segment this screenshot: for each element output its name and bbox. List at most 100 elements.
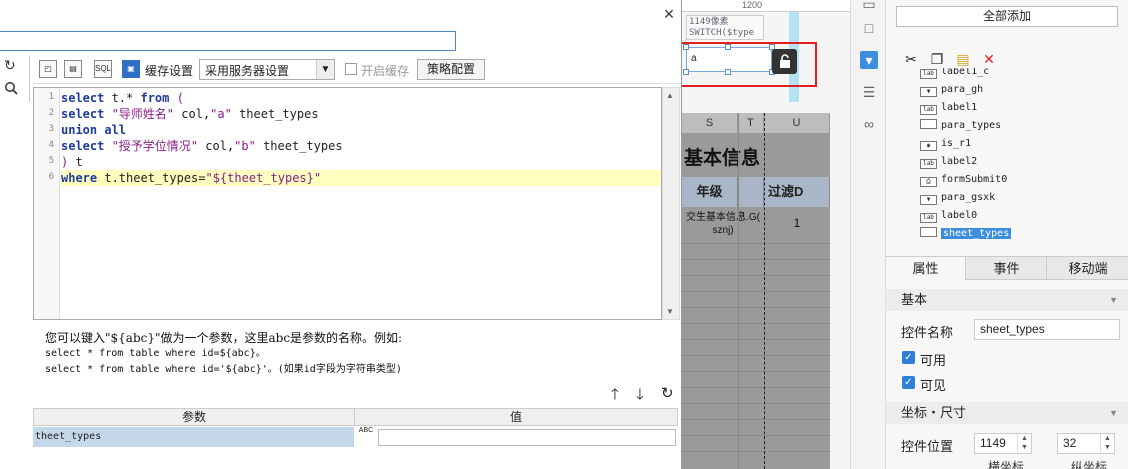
code-line[interactable]: select "导师姓名" col,"a" theet_types — [61, 106, 661, 122]
pos-y-stepper[interactable]: 32 ▲ ▼ — [1057, 433, 1115, 454]
tab-mobile[interactable]: 移动端 — [1048, 257, 1128, 280]
tree-item-label: label1_c — [941, 68, 990, 77]
move-up-icon[interactable]: 🡑 — [611, 384, 619, 409]
tree-item[interactable]: ⎙ formSubmit0 — [920, 172, 1007, 188]
combobox-icon[interactable]: ▾ — [860, 51, 878, 69]
code-token: theet_types — [231, 107, 319, 121]
properties-panel: 全部添加 ✂ ❐ ▤ ✕ lab label1_c ▼ para_gh lab label… — [886, 0, 1128, 469]
code-line[interactable]: union all — [61, 122, 661, 138]
tree-item-label: para_gsxk — [941, 192, 996, 203]
dataset-name-input[interactable] — [0, 31, 456, 51]
widget-label-line: SWITCH($type — [689, 28, 755, 38]
section-basic-label: 基本 — [901, 292, 928, 307]
code-line[interactable]: select t.* from ( — [61, 90, 661, 106]
param-name-cell[interactable]: theet_types — [33, 427, 354, 447]
delete-icon[interactable]: ✕ — [980, 50, 998, 68]
param-column-header: 参数 — [34, 409, 355, 425]
tree-item[interactable]: lab label0 — [920, 208, 977, 224]
line-number: 4 — [48, 140, 54, 150]
canvas-label-widget[interactable]: 1149像素 SWITCH($type — [686, 15, 764, 40]
search-icon-svg — [5, 82, 18, 95]
tree-item[interactable]: ▼ para_gh — [920, 82, 983, 98]
section-basic[interactable]: 基本 ▼ — [886, 289, 1128, 311]
pos-x-stepper[interactable]: 1149 ▲ ▼ — [974, 433, 1032, 454]
enable-cache-checkbox[interactable] — [345, 63, 357, 75]
format-icon[interactable]: SQL — [94, 60, 112, 78]
chevron-down-icon: ▼ — [1109, 295, 1118, 305]
tree-item[interactable]: ◉ is_r1 — [920, 136, 971, 152]
stepper-arrows-icon[interactable]: ▲ ▼ — [1017, 434, 1031, 453]
code-line[interactable]: where t.theet_types="${theet_types}" — [61, 170, 661, 186]
param-value-input[interactable] — [378, 429, 676, 446]
tree-item[interactable]: para_types — [920, 118, 1001, 134]
grid-line — [682, 291, 830, 292]
sql-icon[interactable]: ▤ — [64, 60, 82, 78]
header-cell-empty[interactable] — [738, 177, 764, 207]
layout-icon[interactable]: ☰ — [860, 83, 878, 101]
tab-properties[interactable]: 属性 — [886, 257, 966, 280]
copy-icon[interactable]: ❐ — [928, 50, 946, 68]
enabled-checkbox[interactable]: ✓ — [902, 351, 915, 364]
hint-line: 您可以键入"${abc}"做为一个参数，这里abc是参数的名称。例如: — [45, 331, 403, 345]
refresh-icon[interactable]: ↻ — [4, 57, 26, 77]
table-row[interactable]: theet_types ABC — [33, 427, 678, 447]
paste-icon[interactable]: ▤ — [954, 50, 972, 68]
tab-events[interactable]: 事件 — [967, 257, 1047, 280]
title-cell[interactable]: 基本信息 — [682, 133, 830, 177]
column-header[interactable]: U — [764, 113, 830, 133]
server-setting-select[interactable]: 采用服务器设置 ▼ — [199, 59, 335, 80]
link-icon[interactable]: ∞ — [860, 115, 878, 133]
textbox-icon — [920, 227, 937, 237]
widget-icon[interactable]: ▭ — [860, 0, 878, 13]
grid-line — [682, 403, 830, 404]
refresh-params-icon[interactable]: ↻ — [661, 384, 674, 402]
string-type-icon[interactable]: ABC — [355, 427, 377, 447]
tree-item[interactable]: ▼ para_gsxk — [920, 190, 995, 206]
code-line[interactable]: select "授予学位情况" col,"b" theet_types — [61, 138, 661, 154]
code-token: col, — [198, 139, 235, 153]
grid-line — [682, 243, 830, 244]
parameter-table-header: 参数 值 — [33, 408, 678, 426]
strategy-config-button[interactable]: 策略配置 — [417, 59, 485, 80]
search-icon[interactable] — [4, 81, 26, 101]
move-down-icon[interactable]: 🡓 — [636, 384, 644, 409]
query-toolbar: ◰ ▤ SQL ▣ 缓存设置 采用服务器设置 ▼ 开启缓存 策略配置 — [33, 56, 681, 84]
code-token: select — [61, 107, 105, 121]
code-line[interactable]: ) t — [61, 154, 661, 170]
column-header[interactable]: S — [682, 113, 738, 133]
scroll-up-icon[interactable]: ▲ — [666, 91, 674, 100]
frame-icon[interactable]: □ — [860, 19, 878, 37]
data-cell-expression[interactable]: 交生基本信息.G( sznj) — [682, 207, 764, 243]
stepper-arrows-icon[interactable]: ▲ ▼ — [1100, 434, 1114, 453]
section-geometry[interactable]: 坐标・尺寸 ▼ — [886, 402, 1128, 424]
visible-checkbox[interactable]: ✓ — [902, 376, 915, 389]
code-token: "授予学位情况" — [104, 139, 199, 153]
scroll-down-icon[interactable]: ▼ — [666, 307, 674, 316]
data-cell-value[interactable]: 1 — [764, 207, 830, 243]
cut-icon[interactable]: ✂ — [902, 50, 920, 68]
grid-line — [682, 387, 830, 388]
column-header[interactable]: T — [738, 113, 764, 133]
editor-scrollbar[interactable]: ▲ ▼ — [662, 87, 680, 320]
header-cell-filter[interactable]: 过滤D — [764, 177, 830, 207]
preview-icon[interactable]: ◰ — [39, 60, 57, 78]
control-name-input[interactable]: sheet_types — [974, 319, 1120, 340]
tree-item-label: sheet_types — [941, 228, 1012, 239]
tree-item[interactable]: lab label1_c — [920, 68, 989, 80]
code-token: theet_types — [255, 139, 343, 153]
add-all-button[interactable]: 全部添加 — [896, 6, 1118, 27]
tree-item[interactable]: sheet_types — [920, 226, 1012, 242]
cache-icon[interactable]: ▣ — [122, 60, 140, 78]
close-icon[interactable]: × — [660, 5, 678, 23]
code-token: where — [61, 171, 98, 185]
pos-y-value: 32 — [1063, 436, 1077, 450]
tree-item[interactable]: lab label1 — [920, 100, 977, 116]
page-break-line — [764, 113, 765, 469]
tree-item[interactable]: lab label2 — [920, 154, 977, 170]
ruler-mark: 1200 — [742, 0, 763, 10]
line-number: 2 — [48, 108, 54, 118]
header-cell-grade[interactable]: 年级 — [682, 177, 738, 207]
lab-icon: lab — [920, 105, 937, 115]
sql-editor[interactable]: 123456 select t.* from (select "导师姓名" co… — [33, 87, 662, 320]
visible-label: 可见 — [920, 378, 947, 393]
